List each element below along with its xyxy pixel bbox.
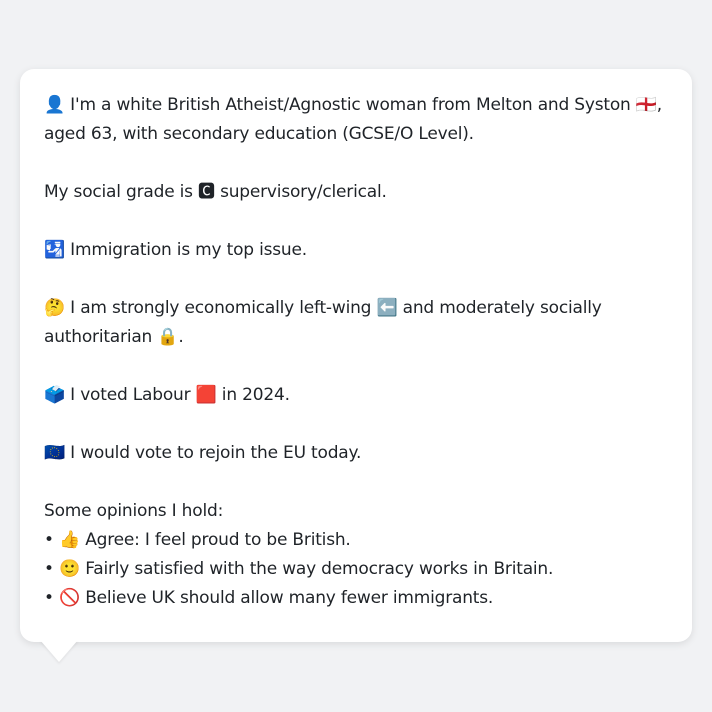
persona-card: 👤 I'm a white British Atheist/Agnostic w… [20,69,692,642]
list-item: • 🙂 Fairly satisfied with the way democr… [44,555,668,584]
opinion-text: Believe UK should allow many fewer immig… [80,588,494,608]
social-grade-text-1: My social grade is [44,182,199,202]
vote-text-1: I voted Labour [64,385,196,405]
vote-text-2: in 2024. [216,385,290,405]
england-flag-icon: 🏴󠁧󠁢󠁥󠁮󠁧󠁿 [635,95,657,115]
vote-paragraph: 🗳️ I voted Labour 🟥 in 2024. [44,381,668,410]
red-square-icon: 🟥 [195,385,217,405]
eu-text: I would vote to rejoin the EU today. [64,443,362,463]
left-arrow-icon: ⬅️ [376,298,398,318]
passport-control-icon: 🛂 [44,240,65,260]
thinking-face-icon: 🤔 [44,298,65,318]
thumbs-up-icon: 👍 [59,530,80,550]
prohibited-icon: 🚫 [59,588,80,608]
ideology-text-3: . [178,327,184,347]
list-item: • 👍 Agree: I feel proud to be British. [44,526,668,555]
lock-icon: 🔒 [157,327,179,347]
eu-flag-icon: 🇪🇺 [44,443,65,463]
top-issue-paragraph: 🛂 Immigration is my top issue. [44,236,668,265]
intro-paragraph: 👤 I'm a white British Atheist/Agnostic w… [44,91,668,149]
ideology-paragraph: 🤔 I am strongly economically left-wing ⬅… [44,294,668,352]
social-grade-paragraph: My social grade is 🅲 supervisory/clerica… [44,178,668,207]
ideology-text-1: I am strongly economically left-wing [64,298,377,318]
persona-text: 👤 I'm a white British Atheist/Agnostic w… [44,91,668,613]
list-item: • 🚫 Believe UK should allow many fewer i… [44,584,668,613]
speech-bubble-tail [40,640,78,662]
opinion-text: Fairly satisfied with the way democracy … [80,559,554,579]
bullet: • [44,559,60,579]
opinion-text: Agree: I feel proud to be British. [80,530,351,550]
bullet: • [44,530,60,550]
person-icon: 👤 [44,95,65,115]
opinion-list: • 👍 Agree: I feel proud to be British. •… [44,526,668,613]
intro-text-1: I'm a white British Atheist/Agnostic wom… [64,95,636,115]
bullet: • [44,588,60,608]
eu-paragraph: 🇪🇺 I would vote to rejoin the EU today. [44,439,668,468]
ballot-box-icon: 🗳️ [44,385,65,405]
grade-c-icon: 🅲 [198,182,215,202]
opinions-heading: Some opinions I hold: [44,501,224,521]
top-issue-text: Immigration is my top issue. [64,240,307,260]
slight-smile-icon: 🙂 [59,559,80,579]
social-grade-text-2: supervisory/clerical. [214,182,387,202]
